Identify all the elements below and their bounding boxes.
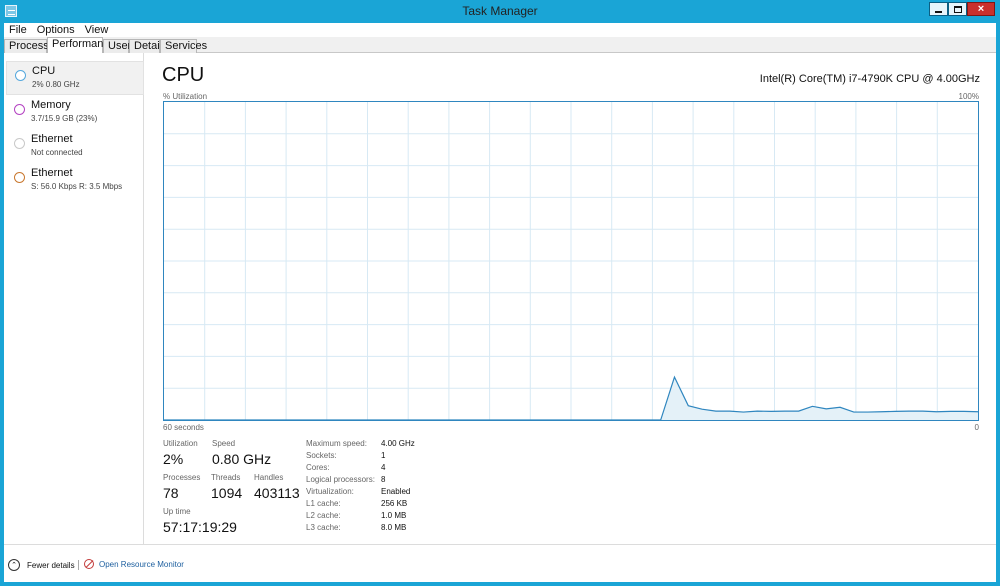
tab-processes[interactable]: Processes (4, 39, 60, 53)
cpu-utilization-chart (164, 102, 978, 420)
l2-cache-label: L2 cache: (306, 511, 341, 520)
processes-label: Processes (163, 473, 201, 482)
l2-cache-value: 1.0 MB (381, 511, 407, 520)
tab-strip: Processes Performance Users Details Serv… (4, 37, 996, 53)
logical-processors-label: Logical processors: (306, 475, 375, 484)
l3-cache-value: 8.0 MB (381, 523, 407, 532)
open-resource-monitor-link[interactable]: Open Resource Monitor (84, 559, 184, 569)
ethernet-status-icon (14, 172, 25, 183)
menu-file[interactable]: File (4, 23, 32, 37)
maximum-speed-label: Maximum speed: (306, 439, 367, 448)
resource-sidebar: CPU 2% 0.80 GHz Memory 3.7/15.9 GB (23%)… (4, 53, 144, 544)
processor-model: Intel(R) Core(TM) i7-4790K CPU @ 4.00GHz (759, 73, 980, 85)
sidebar-item-cpu[interactable]: CPU 2% 0.80 GHz (6, 61, 144, 95)
menu-options[interactable]: Options (32, 23, 80, 37)
sockets-value: 1 (381, 451, 386, 460)
sidebar-item-label: Ethernet (31, 167, 73, 179)
uptime-value: 57:17:19:29 (163, 519, 237, 535)
speed-label: Speed (212, 439, 236, 448)
memory-status-icon (14, 104, 25, 115)
resource-monitor-icon (84, 559, 94, 569)
open-resource-monitor-label: Open Resource Monitor (99, 559, 184, 569)
l1-cache-label: L1 cache: (306, 499, 341, 508)
utilization-label: Utilization (163, 439, 198, 448)
tab-details[interactable]: Details (129, 39, 168, 53)
handles-label: Handles (254, 473, 284, 482)
graph-max-label: 100% (958, 92, 979, 101)
performance-panel: CPU 2% 0.80 GHz Memory 3.7/15.9 GB (23%)… (4, 53, 996, 582)
close-icon: × (977, 2, 985, 15)
page-title: CPU (162, 64, 205, 86)
tab-performance[interactable]: Performance (47, 37, 115, 53)
sidebar-item-ethernet-active[interactable]: Ethernet S: 56.0 Kbps R: 3.5 Mbps (6, 164, 144, 198)
cpu-utilization-graph (163, 101, 979, 421)
sockets-label: Sockets: (306, 451, 337, 460)
close-button[interactable]: × (967, 2, 995, 16)
minimize-button[interactable] (929, 2, 948, 16)
processes-value: 78 (163, 485, 179, 501)
tab-services[interactable]: Services (160, 39, 207, 53)
sidebar-item-detail: 3.7/15.9 GB (23%) (31, 114, 98, 123)
sidebar-item-detail: S: 56.0 Kbps R: 3.5 Mbps (31, 182, 123, 191)
sidebar-item-detail: 2% 0.80 GHz (32, 80, 80, 89)
uptime-label: Up time (163, 507, 191, 516)
title-bar[interactable]: Task Manager × (0, 0, 1000, 24)
task-manager-window: Task Manager × File Options View Process… (0, 0, 1000, 586)
graph-time-label: 60 seconds (163, 423, 204, 432)
handles-value: 403113 (254, 485, 300, 501)
cores-label: Cores: (306, 463, 330, 472)
fewer-details-button[interactable]: ⌃ Fewer details (8, 559, 75, 571)
sidebar-item-label: Memory (31, 99, 71, 111)
cpu-detail-pane: CPU Intel(R) Core(TM) i7-4790K CPU @ 4.0… (144, 53, 996, 544)
virtualization-label: Virtualization: (306, 487, 354, 496)
sidebar-item-label: Ethernet (31, 133, 73, 145)
cores-value: 4 (381, 463, 386, 472)
threads-label: Threads (211, 473, 241, 482)
window-title: Task Manager (462, 4, 538, 18)
maximum-speed-value: 4.00 GHz (381, 439, 415, 448)
maximize-icon (953, 5, 962, 13)
threads-value: 1094 (211, 485, 243, 501)
l1-cache-value: 256 KB (381, 499, 408, 508)
sidebar-item-ethernet-disconnected[interactable]: Ethernet Not connected (6, 130, 144, 164)
sidebar-item-detail: Not connected (31, 148, 83, 157)
footer-divider (78, 560, 79, 570)
tab-users[interactable]: Users (103, 39, 137, 53)
chevron-up-icon: ⌃ (8, 559, 20, 571)
sidebar-item-label: CPU (32, 65, 56, 77)
speed-value: 0.80 GHz (212, 451, 272, 467)
menu-view[interactable]: View (80, 23, 114, 37)
minimize-icon (935, 10, 942, 13)
fewer-details-label: Fewer details (27, 560, 75, 570)
ethernet-status-icon (14, 138, 25, 149)
sidebar-item-memory[interactable]: Memory 3.7/15.9 GB (23%) (6, 96, 144, 130)
menu-bar: File Options View (4, 23, 996, 37)
graph-utilization-label: % Utilization (163, 92, 208, 101)
graph-zero-label: 0 (974, 423, 979, 432)
footer-bar: ⌃ Fewer details Open Resource Monitor (4, 544, 996, 582)
cpu-status-icon (15, 70, 26, 81)
utilization-value: 2% (163, 451, 184, 467)
maximize-button[interactable] (948, 2, 967, 16)
logical-processors-value: 8 (381, 475, 386, 484)
l3-cache-label: L3 cache: (306, 523, 341, 532)
virtualization-value: Enabled (381, 487, 411, 496)
